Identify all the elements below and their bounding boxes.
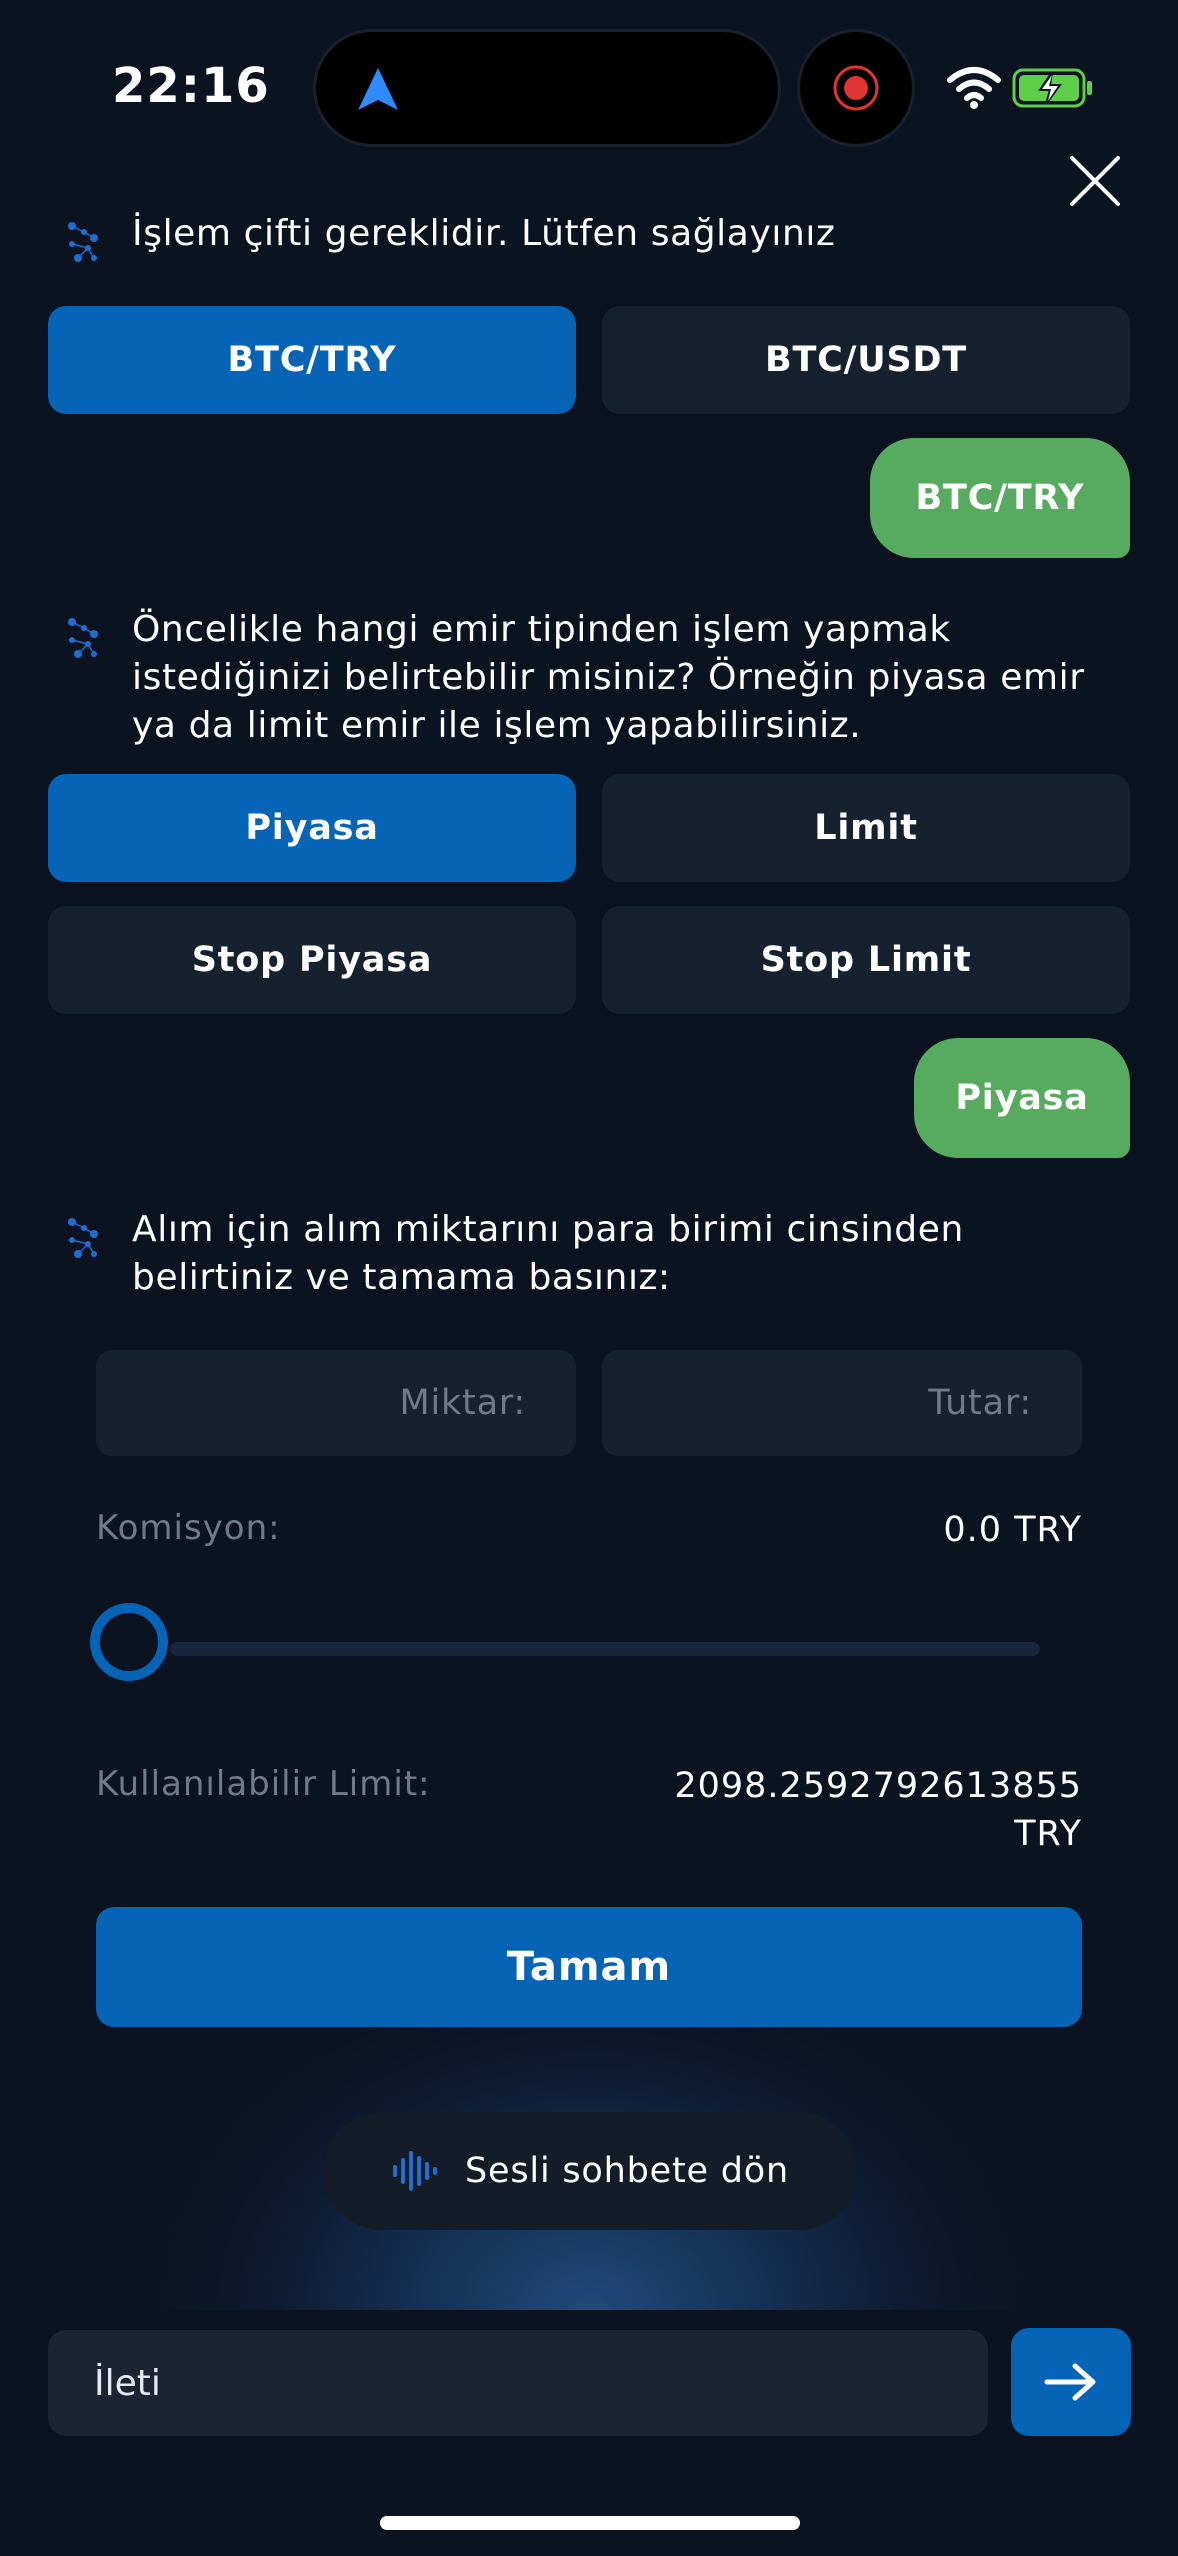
option-piyasa[interactable]: Piyasa xyxy=(48,774,576,882)
arrow-right-icon xyxy=(1044,2363,1096,2401)
message-line: ya da limit emir ile işlem yapabilirsini… xyxy=(132,705,862,746)
voice-chat-button[interactable]: Sesli sohbete dön xyxy=(323,2112,857,2230)
commission-value: 0.0 TRY xyxy=(943,1510,1082,1550)
record-icon xyxy=(833,65,879,111)
available-limit-value: 2098.2592792613855 TRY xyxy=(674,1762,1082,1858)
message-line: Alım için alım miktarını para birimi cin… xyxy=(132,1209,964,1250)
amount-slider-thumb[interactable] xyxy=(90,1603,168,1681)
bot-icon xyxy=(68,222,98,262)
confirm-button[interactable]: Tamam xyxy=(96,1907,1082,2027)
commission-label: Komisyon: xyxy=(96,1508,281,1548)
dynamic-island xyxy=(316,32,778,144)
bot-message-amount: Alım için alım miktarını para birimi cin… xyxy=(132,1206,964,1302)
close-icon[interactable] xyxy=(1066,152,1124,210)
limit-amount: 2098.2592792613855 xyxy=(674,1766,1082,1806)
user-reply-pair: BTC/TRY xyxy=(870,438,1130,558)
option-stop-limit[interactable]: Stop Limit xyxy=(602,906,1130,1014)
available-limit-label: Kullanılabilir Limit: xyxy=(96,1764,431,1804)
limit-currency: TRY xyxy=(1014,1814,1082,1854)
message-line: istediğinizi belirtebilir misiniz? Örneğ… xyxy=(132,657,1085,698)
send-button[interactable] xyxy=(1011,2328,1131,2436)
waveform-icon xyxy=(393,2151,438,2191)
option-btc-try[interactable]: BTC/TRY xyxy=(48,306,576,414)
recording-indicator xyxy=(800,32,912,144)
status-time: 22:16 xyxy=(112,58,270,114)
wifi-icon xyxy=(947,67,1001,109)
voice-chat-label: Sesli sohbete dön xyxy=(465,2151,789,2191)
navigation-arrow-icon xyxy=(358,68,398,110)
user-reply-order-type: Piyasa xyxy=(914,1038,1130,1158)
message-input[interactable] xyxy=(48,2330,988,2436)
amount-input[interactable]: Miktar: xyxy=(96,1350,576,1456)
option-limit[interactable]: Limit xyxy=(602,774,1130,882)
amount-slider-track[interactable] xyxy=(170,1642,1040,1656)
bot-icon xyxy=(68,1218,98,1258)
message-line: Öncelikle hangi emir tipinden işlem yapm… xyxy=(132,609,951,650)
bot-message-order-type: Öncelikle hangi emir tipinden işlem yapm… xyxy=(132,606,1085,750)
bot-message-pair-request: İşlem çifti gereklidir. Lütfen sağlayını… xyxy=(132,213,836,254)
home-indicator xyxy=(380,2516,800,2530)
battery-charging-icon xyxy=(1012,68,1092,108)
message-line: belirtiniz ve tamama basınız: xyxy=(132,1257,671,1298)
total-input[interactable]: Tutar: xyxy=(602,1350,1082,1456)
option-btc-usdt[interactable]: BTC/USDT xyxy=(602,306,1130,414)
bot-icon xyxy=(68,618,98,658)
option-stop-piyasa[interactable]: Stop Piyasa xyxy=(48,906,576,1014)
